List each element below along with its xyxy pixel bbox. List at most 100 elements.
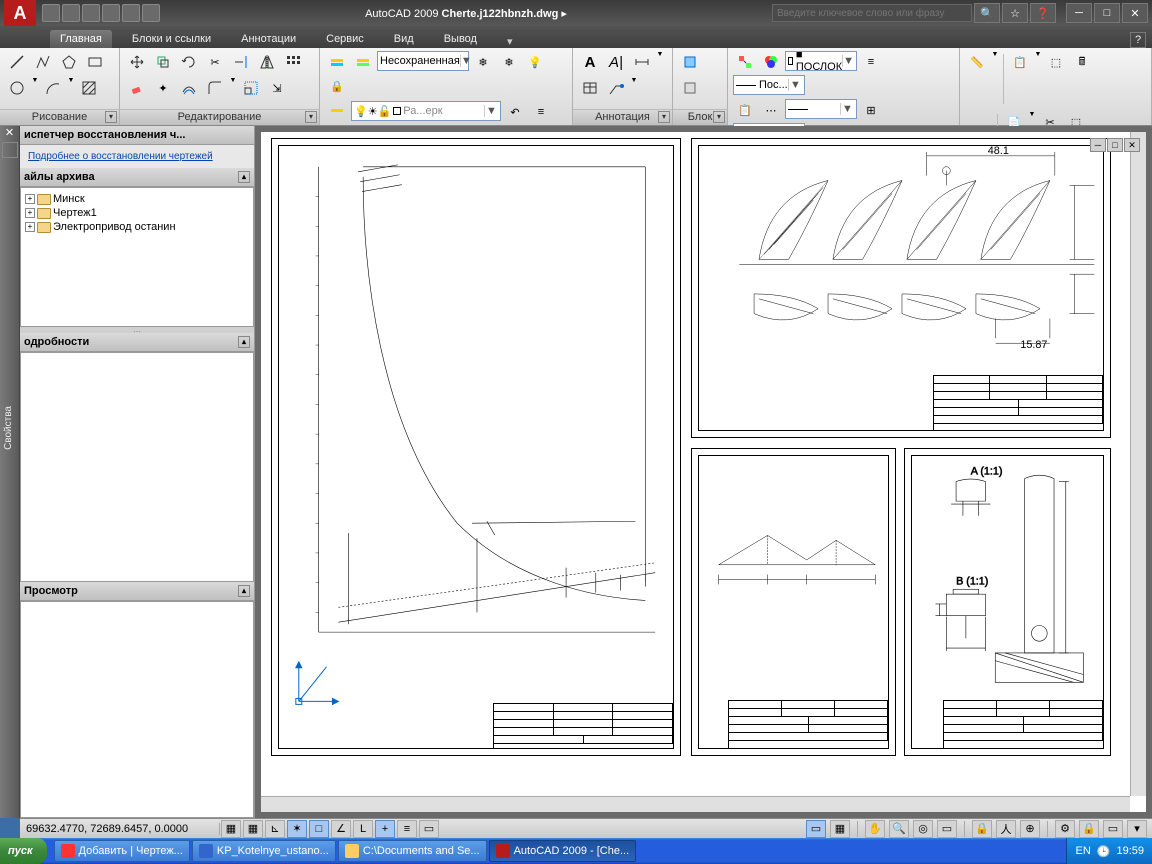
tab-main[interactable]: Главная [50, 30, 112, 48]
measure-button[interactable]: 📏 [965, 51, 989, 73]
taskbar-item-active[interactable]: AutoCAD 2009 - [Che... [489, 840, 637, 862]
model-button[interactable]: ▭ [806, 820, 826, 838]
mdi-max-button[interactable]: □ [1107, 138, 1123, 152]
dyn-toggle[interactable]: + [375, 820, 395, 838]
osnap-toggle[interactable]: □ [309, 820, 329, 838]
text-button[interactable]: A| [604, 51, 628, 73]
workspace-button[interactable]: ⚙ [1055, 820, 1075, 838]
subscription-button[interactable]: ☆ [1002, 3, 1028, 23]
taskbar-item[interactable]: C:\Documents and Se... [338, 840, 487, 862]
erase-tool[interactable] [125, 77, 149, 99]
tab-blocks[interactable]: Блоки и ссылки [122, 30, 221, 48]
tab-output[interactable]: Вывод [434, 30, 487, 48]
ribbon-minimize-icon[interactable]: ▾ [507, 35, 513, 48]
hatch-tool[interactable] [77, 77, 101, 99]
layer-state-combo[interactable]: Несохраненная▼ [377, 51, 469, 71]
start-button[interactable]: пуск [0, 838, 47, 864]
lineweight-button[interactable]: ≡ [859, 51, 883, 73]
preview-header[interactable]: Просмотр▴ [20, 582, 254, 601]
qp-toggle[interactable]: ▭ [419, 820, 439, 838]
annoscale-list-button[interactable]: 人 [996, 820, 1016, 838]
collapse-icon[interactable]: ▴ [238, 336, 250, 348]
collapse-icon[interactable]: ▴ [238, 171, 250, 183]
offset-tool[interactable] [177, 77, 201, 99]
qat-redo-icon[interactable] [142, 4, 160, 22]
canvas-scrollbar-vertical[interactable] [1130, 132, 1146, 796]
showmotion-button[interactable]: ▭ [937, 820, 957, 838]
lineweight-combo[interactable]: Пос...▼ [733, 75, 805, 95]
details-header[interactable]: одробности▴ [20, 333, 254, 352]
recovery-learn-more-link[interactable]: Подробнее о восстановлении чертежей [20, 145, 254, 168]
calc-button[interactable]: 🖩 [1070, 51, 1094, 73]
layer-walk-button[interactable]: ≡ [529, 101, 553, 123]
qat-print-icon[interactable] [102, 4, 120, 22]
tray-icon[interactable]: 🕒 [1097, 845, 1111, 858]
explode-tool[interactable]: ✦ [151, 77, 175, 99]
block-create-button[interactable] [678, 77, 702, 99]
trim-tool[interactable]: ✂ [203, 51, 227, 73]
taskbar-item[interactable]: Добавить | Чертеж... [54, 840, 190, 862]
tree-node[interactable]: +Электропривод останин [25, 220, 249, 234]
layer-off-button[interactable]: 💡 [523, 51, 547, 73]
dimension-button[interactable] [630, 51, 654, 73]
status-options-button[interactable]: ▾ [1127, 820, 1147, 838]
polar-toggle[interactable]: ✶ [287, 820, 307, 838]
circle-dropdown[interactable]: ▼ [31, 77, 39, 99]
archive-files-tree[interactable]: +Минск +Чертеж1 +Электропривод останин [20, 187, 254, 327]
qat-undo-icon[interactable] [122, 4, 140, 22]
clock[interactable]: 19:59 [1116, 845, 1144, 857]
steering-wheel-button[interactable]: ◎ [913, 820, 933, 838]
array-tool[interactable] [281, 51, 305, 73]
tab-service[interactable]: Сервис [316, 30, 374, 48]
rectangle-tool[interactable] [83, 51, 107, 73]
tree-node[interactable]: +Чертеж1 [25, 206, 249, 220]
list-button[interactable]: 📋 [733, 99, 757, 121]
expand-icon[interactable]: + [25, 208, 35, 218]
paste-button[interactable]: 📋 [1008, 51, 1032, 73]
line-tool[interactable] [5, 51, 29, 73]
snap-toggle[interactable]: ▦ [221, 820, 241, 838]
layer-states-button[interactable] [351, 51, 375, 73]
layer-combo[interactable]: 💡 ☀ 🔓 Ра...ерк ▼ [351, 101, 501, 121]
mdi-close-button[interactable]: ✕ [1124, 138, 1140, 152]
layer-lock-button[interactable]: 🔒 [325, 75, 349, 97]
toolbar-lock-button[interactable]: 🔒 [1079, 820, 1099, 838]
archive-files-header[interactable]: айлы архива▴ [20, 168, 254, 187]
palette-close-icon[interactable]: ✕ [0, 126, 19, 140]
color-combo[interactable]: ■ ПОСЛОК▼ [785, 51, 857, 71]
extend-tool[interactable] [229, 51, 253, 73]
app-logo[interactable]: A [4, 0, 36, 26]
copy-tool[interactable] [151, 51, 175, 73]
leader-button[interactable] [604, 77, 628, 99]
polygon-tool[interactable] [57, 51, 81, 73]
coordinates-display[interactable]: 69632.4770, 72689.6457, 0.0000 [20, 823, 220, 835]
linetype-button[interactable]: ⋯ [759, 99, 783, 121]
table-button[interactable] [578, 77, 602, 99]
layer-prev-button[interactable]: ↶ [503, 101, 527, 123]
panel-draw-expander[interactable]: ▾ [105, 111, 117, 123]
ortho-toggle[interactable]: ⊾ [265, 820, 285, 838]
pan-button[interactable]: ✋ [865, 820, 885, 838]
taskbar-item[interactable]: KP_Kotelnye_ustano... [192, 840, 336, 862]
linetype-combo-a[interactable]: ▼ [785, 99, 857, 119]
properties-palette-bar[interactable]: ✕ Свойства [0, 126, 20, 818]
polyline-tool[interactable] [31, 51, 55, 73]
color-button[interactable] [759, 51, 783, 73]
canvas-scrollbar-horizontal[interactable] [261, 796, 1130, 812]
annoscale-button[interactable]: 🔒 [972, 820, 992, 838]
layer-match-button[interactable] [325, 101, 349, 123]
comm-center-button[interactable]: ❓ [1030, 3, 1056, 23]
tree-node[interactable]: +Минск [25, 192, 249, 206]
infocenter-search-input[interactable] [772, 4, 972, 22]
arc-tool[interactable] [41, 77, 65, 99]
clean-screen-button[interactable]: ▭ [1103, 820, 1123, 838]
maximize-button[interactable]: □ [1094, 3, 1120, 23]
tab-view[interactable]: Вид [384, 30, 424, 48]
qat-save-icon[interactable] [82, 4, 100, 22]
annovisibility-button[interactable]: ⊕ [1020, 820, 1040, 838]
layer-iso-button[interactable]: ❄ [471, 51, 495, 73]
system-tray[interactable]: EN 🕒 19:59 [1066, 838, 1152, 864]
language-indicator[interactable]: EN [1075, 845, 1090, 857]
drawing-canvas[interactable]: ─ □ ✕ [261, 132, 1146, 812]
collapse-icon[interactable]: ▴ [238, 585, 250, 597]
